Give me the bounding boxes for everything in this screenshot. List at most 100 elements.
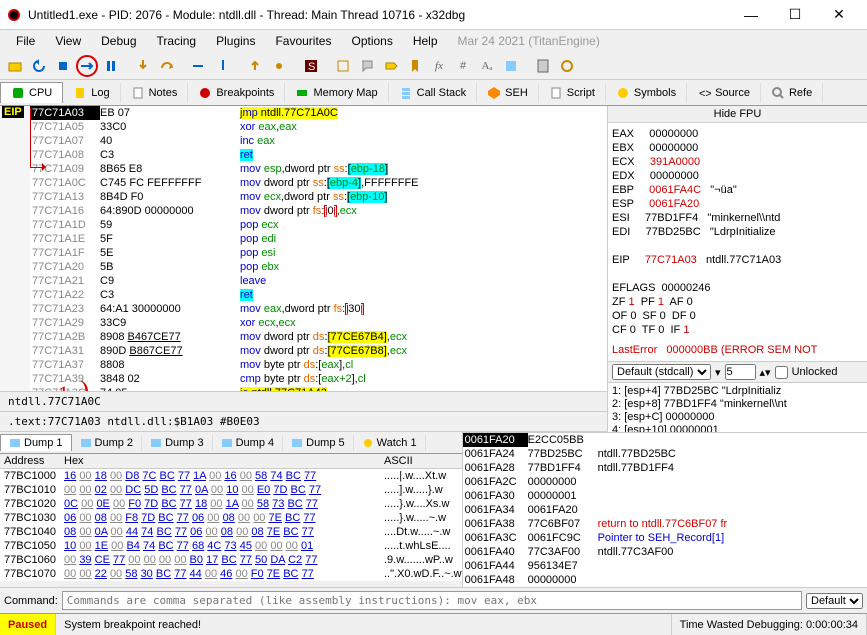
run-to-icon[interactable] [268, 55, 290, 77]
settings-icon[interactable] [556, 55, 578, 77]
open-icon[interactable] [4, 55, 26, 77]
calls-icon[interactable] [500, 55, 522, 77]
tab-call-stack[interactable]: Call Stack [389, 83, 478, 103]
stack-row[interactable]: 0061FA4800000000 [463, 573, 867, 587]
tab-seh[interactable]: SEH [477, 83, 539, 103]
dump-tab-2[interactable]: Dump 2 [72, 435, 143, 451]
disasm-row[interactable]: 77C71A0CC745 FC FEFFFFFFmov dword ptr ss… [30, 176, 607, 190]
functions-icon[interactable]: fx [428, 55, 450, 77]
disasm-row[interactable]: 77C71A2B8908 B467CE77mov dword ptr ds:[7… [30, 330, 607, 344]
disasm-row[interactable]: 77C71A21C9leave [30, 274, 607, 288]
menu-file[interactable]: File [6, 32, 45, 50]
menu-help[interactable]: Help [403, 32, 448, 50]
registers[interactable]: EAX 00000000 EBX 00000000 ECX 391A0000 E… [608, 123, 867, 361]
tab-source[interactable]: <>Source [687, 83, 761, 103]
stack-row[interactable]: 0061FA2877BD1FF4ntdll.77BD1FF4 [463, 461, 867, 475]
step-out-icon[interactable] [244, 55, 266, 77]
arg-count-input[interactable] [725, 364, 756, 380]
stack-row[interactable]: 0061FA3877C6BF07return to ntdll.77C6BF07… [463, 517, 867, 531]
watch-tab[interactable]: Watch 1 [354, 435, 426, 451]
stack-row[interactable]: 0061FA3000000001 [463, 489, 867, 503]
disasm-row[interactable]: 77C71A31890D B867CE77mov dword ptr ds:[7… [30, 344, 607, 358]
stack-row[interactable]: 0061FA20E2CC05BB [463, 433, 867, 447]
run-icon[interactable] [76, 55, 98, 77]
dump-row[interactable]: 77BC105010 00 1E 00 B4 74 BC 77 68 4C 73… [0, 539, 462, 553]
stack-row[interactable]: 0061FA44956134E7 [463, 559, 867, 573]
stack-row[interactable]: 0061FA2C00000000 [463, 475, 867, 489]
trace-into-icon[interactable] [188, 55, 210, 77]
bookmarks-icon[interactable] [404, 55, 426, 77]
variables-icon[interactable]: # [452, 55, 474, 77]
tab-log[interactable]: Log [63, 83, 120, 103]
command-input[interactable] [62, 591, 802, 610]
dump-row[interactable]: 77BC101000 00 02 00 DC 5D BC 77 0A 00 10… [0, 483, 462, 497]
disassembly[interactable]: EIP 77C71A03EB 07jmp ntdll.77C71A0C77C71… [0, 106, 607, 391]
stop-icon[interactable] [52, 55, 74, 77]
menu-view[interactable]: View [45, 32, 91, 50]
tab-cpu[interactable]: CPU [0, 82, 63, 103]
dump-tab-1[interactable]: Dump 1 [0, 434, 72, 451]
step-over-icon[interactable] [156, 55, 178, 77]
menu-options[interactable]: Options [341, 32, 402, 50]
calculator-icon[interactable] [532, 55, 554, 77]
disasm-row[interactable]: 77C71A22C3ret [30, 288, 607, 302]
tab-script[interactable]: Script [539, 83, 606, 103]
tab-symbols[interactable]: Symbols [606, 83, 687, 103]
args-list[interactable]: 1: [esp+4] 77BD25BC "LdrpInitializ2: [es… [608, 383, 867, 432]
dump-tab-4[interactable]: Dump 4 [213, 435, 284, 451]
calling-convention-select[interactable]: Default (stdcall) [612, 364, 711, 380]
tab-memory-map[interactable]: Memory Map [285, 83, 388, 103]
close-button[interactable]: ✕ [817, 1, 861, 29]
tab-references[interactable]: Refe [761, 83, 823, 103]
disasm-row[interactable]: 77C71A3C74 05je ntdll.77C71A43 [30, 386, 607, 391]
dump-row[interactable]: 77BC107000 00 22 00 58 30 BC 77 44 00 46… [0, 567, 462, 581]
menu-tracing[interactable]: Tracing [147, 32, 207, 50]
fpu-toggle[interactable]: Hide FPU [608, 106, 867, 123]
unlocked-checkbox[interactable] [775, 366, 788, 379]
comments-icon[interactable] [356, 55, 378, 77]
disasm-row[interactable]: 77C71A378808mov byte ptr ds:[eax],cl [30, 358, 607, 372]
disasm-row[interactable]: 77C71A393848 02cmp byte ptr ds:[eax+2],c… [30, 372, 607, 386]
restart-icon[interactable] [28, 55, 50, 77]
disasm-row[interactable]: 77C71A1664:890D 00000000mov dword ptr fs… [30, 204, 607, 218]
disasm-row[interactable]: 77C71A08C3ret [30, 148, 607, 162]
patches-icon[interactable] [332, 55, 354, 77]
stack-row[interactable]: 0061FA2477BD25BCntdll.77BD25BC [463, 447, 867, 461]
dump-row[interactable]: 77BC100016 00 18 00 D8 7C BC 77 1A 00 16… [0, 469, 462, 483]
trace-over-icon[interactable] [212, 55, 234, 77]
pause-icon[interactable] [100, 55, 122, 77]
stack-row[interactable]: 0061FA4077C3AF00ntdll.77C3AF00 [463, 545, 867, 559]
minimize-button[interactable]: — [729, 1, 773, 29]
dump-tab-5[interactable]: Dump 5 [283, 435, 354, 451]
menu-favourites[interactable]: Favourites [265, 32, 341, 50]
stack-row[interactable]: 0061FA3C0061FC9CPointer to SEH_Record[1] [463, 531, 867, 545]
maximize-button[interactable]: ☐ [773, 1, 817, 29]
command-mode-select[interactable]: Default [806, 593, 863, 609]
disasm-row[interactable]: 77C71A0740inc eax [30, 134, 607, 148]
menu-debug[interactable]: Debug [91, 32, 146, 50]
disasm-row[interactable]: 77C71A1D59pop ecx [30, 218, 607, 232]
dump-tab-3[interactable]: Dump 3 [142, 435, 213, 451]
stack-view[interactable]: 0061FA20E2CC05BB0061FA2477BD25BCntdll.77… [463, 432, 867, 587]
tab-breakpoints[interactable]: Breakpoints [188, 83, 285, 103]
dump-row[interactable]: 77BC106000 39 CE 77 00 00 00 00 B0 17 BC… [0, 553, 462, 567]
tab-notes[interactable]: Notes [121, 83, 189, 103]
disasm-row[interactable]: 77C71A205Bpop ebx [30, 260, 607, 274]
disasm-row[interactable]: 77C71A1E5Fpop edi [30, 232, 607, 246]
menu-plugins[interactable]: Plugins [206, 32, 265, 50]
disasm-row[interactable]: 77C71A2933C9xor ecx,ecx [30, 316, 607, 330]
disasm-row[interactable]: 77C71A138B4D F0mov ecx,dword ptr ss:[ebp… [30, 190, 607, 204]
labels-icon[interactable] [380, 55, 402, 77]
dump-view[interactable]: Address Hex ASCII 77BC100016 00 18 00 D8… [0, 454, 462, 581]
disasm-row[interactable]: 77C71A098B65 E8mov esp,dword ptr ss:[ebp… [30, 162, 607, 176]
dump-row[interactable]: 77BC10200C 00 0E 00 F0 7D BC 77 18 00 1A… [0, 497, 462, 511]
disasm-row[interactable]: 77C71A03EB 07jmp ntdll.77C71A0C [30, 106, 607, 120]
disasm-row[interactable]: 77C71A0533C0xor eax,eax [30, 120, 607, 134]
dump-row[interactable]: 77BC103006 00 08 00 F8 7D BC 77 06 00 08… [0, 511, 462, 525]
stack-row[interactable]: 0061FA340061FA20 [463, 503, 867, 517]
disasm-row[interactable]: 77C71A2364:A1 30000000mov eax,dword ptr … [30, 302, 607, 316]
dump-row[interactable]: 77BC104008 00 0A 00 44 74 BC 77 06 00 08… [0, 525, 462, 539]
disasm-row[interactable]: 77C71A1F5Epop esi [30, 246, 607, 260]
scylla-icon[interactable]: S [300, 55, 322, 77]
step-into-icon[interactable] [132, 55, 154, 77]
